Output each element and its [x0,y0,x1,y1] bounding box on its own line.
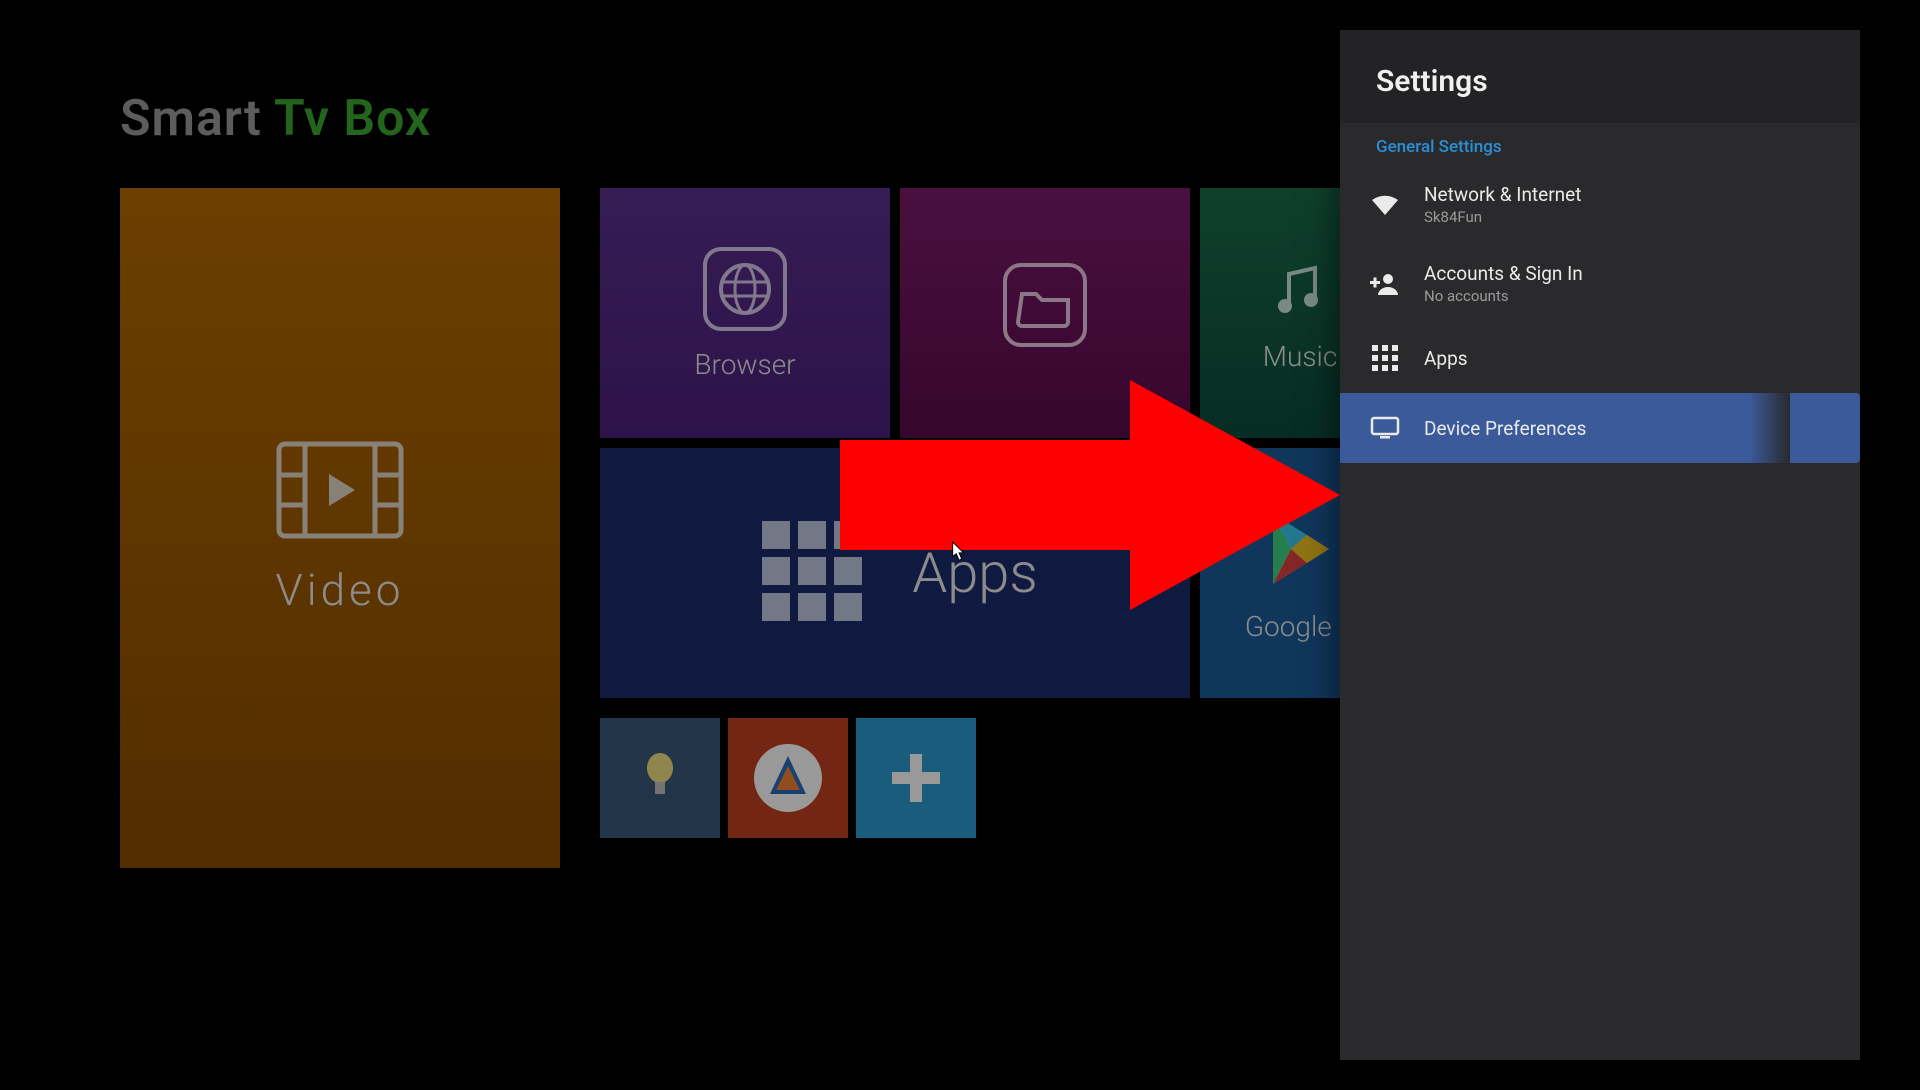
tile-apps[interactable]: Apps [600,448,1190,698]
tile-music-label: Music [1263,340,1338,373]
tile-file[interactable] [900,188,1190,438]
settings-item-device-preferences[interactable]: Device Preferences [1340,393,1860,463]
tile-video-label: Video [276,564,405,616]
tile-store-label: Google S [1245,610,1355,643]
tile-browser[interactable]: Browser [600,188,890,438]
plus-icon [886,748,946,808]
settings-item-label: Apps [1424,347,1468,370]
play-store-icon [1255,504,1345,598]
circle-a-icon [748,738,828,818]
settings-item-sub: Sk84Fun [1424,208,1581,226]
settings-item-label: Device Preferences [1424,417,1586,440]
settings-item-network[interactable]: Network & Internet Sk84Fun [1340,165,1860,244]
apps-grid-icon [752,511,872,635]
shortcut-row [600,718,976,838]
settings-title: Settings [1340,30,1860,123]
video-icon [275,440,405,544]
tile-apps-label: Apps [912,540,1038,606]
tile-video[interactable]: Video [120,188,560,868]
shortcut-app-a[interactable] [728,718,848,838]
settings-panel: Settings General Settings Network & Inte… [1340,30,1860,1060]
account-add-icon [1368,267,1402,301]
wifi-icon [1368,188,1402,222]
apps-grid-icon [1368,341,1402,375]
music-icon [1265,254,1335,328]
folder-icon [1002,262,1088,352]
settings-item-label: Network & Internet [1424,183,1581,206]
settings-item-label: Accounts & Sign In [1424,262,1583,285]
shortcut-add[interactable] [856,718,976,838]
settings-item-accounts[interactable]: Accounts & Sign In No accounts [1340,244,1860,323]
settings-item-apps[interactable]: Apps [1340,323,1860,393]
brand-tvbox: Tv Box [274,90,431,148]
globe-icon [702,246,788,336]
monitor-icon [1368,411,1402,445]
settings-section-label: General Settings [1340,123,1860,165]
brand-smart: Smart [120,90,262,148]
tile-browser-label: Browser [694,348,795,381]
settings-item-sub: No accounts [1424,287,1583,305]
bulb-icon [637,748,683,808]
shortcut-tip[interactable] [600,718,720,838]
